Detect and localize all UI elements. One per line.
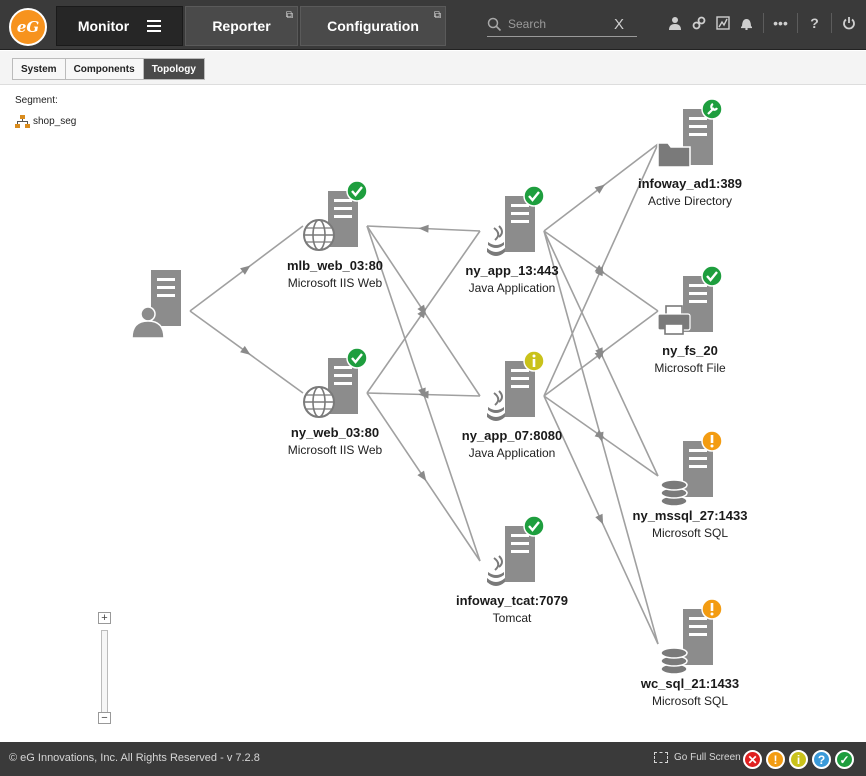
nav-tab-reporter[interactable]: Reporter ⧉ — [185, 6, 298, 46]
node-label-fs[interactable]: ny_fs_20 Microsoft File — [620, 343, 760, 375]
clear-search-icon[interactable]: X — [614, 16, 624, 33]
full-screen-button[interactable]: Go Full Screen — [654, 752, 741, 763]
node-ad[interactable] — [657, 98, 723, 168]
edge-arrow — [240, 345, 251, 355]
node-name: infoway_ad1:389 — [637, 176, 743, 191]
zoom-control: + − — [98, 612, 112, 724]
external-link-icon[interactable]: ⧉ — [286, 10, 293, 21]
node-mlb_web[interactable] — [303, 180, 368, 251]
node-type: Java Application — [468, 281, 556, 295]
sub-tab-bar: System Components Topology — [0, 51, 866, 85]
search-input[interactable] — [508, 17, 608, 31]
node-name: wc_sql_21:1433 — [640, 676, 740, 691]
node-type: Active Directory — [647, 194, 733, 208]
external-link-icon[interactable]: ⧉ — [434, 10, 441, 21]
node-name: ny_mssql_27:1433 — [632, 508, 748, 523]
node-type: Java Application — [468, 446, 556, 460]
node-type: Microsoft SQL — [651, 694, 729, 708]
nav-tab-reporter-label: Reporter — [212, 18, 271, 34]
node-ny_app13[interactable] — [487, 185, 545, 256]
tab-topology[interactable]: Topology — [143, 59, 204, 79]
node-type: Microsoft IIS Web — [287, 443, 383, 457]
node-label-wcsql[interactable]: wc_sql_21:1433 Microsoft SQL — [620, 676, 760, 708]
top-bar: eG Monitor Reporter ⧉ Configuration ⧉ X — [0, 0, 866, 50]
power-icon[interactable] — [841, 13, 856, 33]
status-minor-icon[interactable]: i — [789, 750, 808, 769]
user-icon[interactable] — [667, 13, 682, 33]
node-label-ny_web[interactable]: ny_web_03:80 Microsoft IIS Web — [265, 425, 405, 457]
toolbar-divider — [797, 13, 798, 33]
node-label-ny_app13[interactable]: ny_app_13:443 Java Application — [442, 263, 582, 295]
link-icon[interactable] — [691, 13, 706, 33]
view-tabs: System Components Topology — [12, 58, 205, 80]
node-type: Tomcat — [492, 611, 532, 625]
topology-canvas: mlb_web_03:80 Microsoft IIS Web ny_web_03:… — [0, 86, 866, 741]
node-label-tcat[interactable]: infoway_tcat:7079 Tomcat — [442, 593, 582, 625]
toolbar-divider — [763, 13, 764, 33]
edge-arrow — [595, 513, 604, 525]
zoom-slider[interactable] — [101, 630, 108, 718]
node-mssql[interactable] — [660, 430, 723, 507]
toolbar-divider — [831, 13, 832, 33]
edge-arrow — [417, 470, 427, 482]
copyright-text: © eG Innovations, Inc. All Rights Reserv… — [9, 752, 260, 764]
node-label-mssql[interactable]: ny_mssql_27:1433 Microsoft SQL — [620, 508, 760, 540]
node-name: infoway_tcat:7079 — [456, 593, 568, 608]
search-icon — [487, 17, 502, 31]
status-critical-icon[interactable]: ✕ — [743, 750, 762, 769]
bell-icon[interactable] — [739, 13, 754, 33]
chart-icon[interactable] — [715, 13, 730, 33]
node-name: ny_fs_20 — [662, 343, 718, 358]
more-icon[interactable]: ••• — [773, 13, 788, 33]
node-type: Microsoft IIS Web — [287, 276, 383, 290]
node-ny_app07[interactable] — [487, 350, 545, 421]
status-major-icon[interactable]: ! — [766, 750, 785, 769]
node-tcat[interactable] — [487, 515, 545, 586]
node-wcsql[interactable] — [660, 598, 723, 675]
node-client[interactable] — [131, 270, 181, 339]
node-type: Microsoft SQL — [651, 526, 729, 540]
node-name: ny_app_07:8080 — [461, 428, 563, 443]
zoom-out-button[interactable]: − — [98, 712, 111, 724]
toolbar-icons: ••• ? — [667, 13, 856, 33]
nav-tab-configuration[interactable]: Configuration ⧉ — [300, 6, 446, 46]
status-normal-icon[interactable]: ✓ — [835, 750, 854, 769]
nav-tab-monitor[interactable]: Monitor — [56, 6, 183, 46]
search-box: X — [487, 12, 637, 37]
tab-components[interactable]: Components — [65, 59, 144, 79]
eg-logo[interactable]: eG — [9, 8, 47, 46]
help-icon[interactable]: ? — [807, 13, 822, 33]
status-unknown-icon[interactable]: ? — [812, 750, 831, 769]
node-label-mlb_web[interactable]: mlb_web_03:80 Microsoft IIS Web — [265, 258, 405, 290]
full-screen-label: Go Full Screen — [674, 752, 741, 763]
node-label-ad[interactable]: infoway_ad1:389 Active Directory — [620, 176, 760, 208]
edge-arrow — [418, 224, 429, 233]
node-name: mlb_web_03:80 — [286, 258, 384, 273]
node-fs[interactable] — [657, 265, 723, 335]
nav-tab-configuration-label: Configuration — [327, 18, 419, 34]
zoom-in-button[interactable]: + — [98, 612, 111, 624]
nav-tab-monitor-label: Monitor — [77, 18, 130, 34]
hamburger-menu-icon[interactable] — [147, 20, 162, 32]
node-name: ny_web_03:80 — [290, 425, 380, 440]
node-label-ny_app07[interactable]: ny_app_07:8080 Java Application — [442, 428, 582, 460]
node-ny_web[interactable] — [303, 347, 368, 418]
footer: © eG Innovations, Inc. All Rights Reserv… — [0, 742, 866, 776]
tab-system[interactable]: System — [13, 59, 66, 79]
node-name: ny_app_13:443 — [465, 263, 559, 278]
full-screen-icon — [654, 752, 668, 763]
node-type: Microsoft File — [654, 361, 726, 375]
